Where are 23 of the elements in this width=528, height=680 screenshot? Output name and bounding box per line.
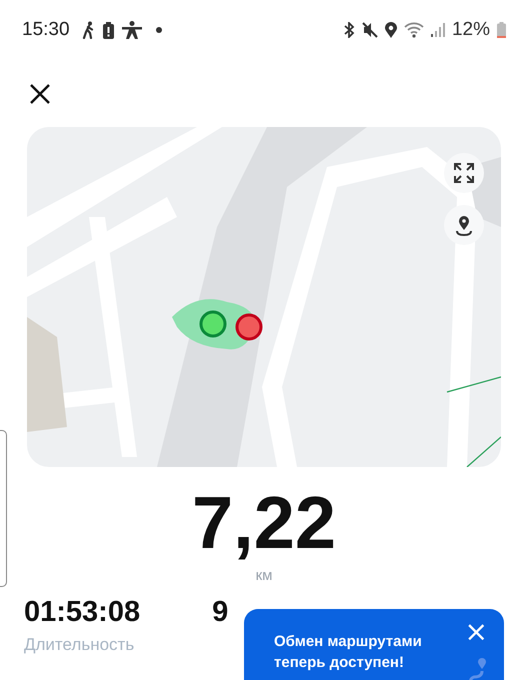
distance-unit: км (256, 567, 272, 584)
close-icon (29, 82, 51, 104)
battery-alert-icon (102, 22, 114, 38)
battery-icon (497, 22, 506, 38)
location-pin-icon (455, 214, 473, 236)
location-pin-icon (384, 22, 397, 38)
status-time: 15:30 (22, 19, 70, 41)
mute-icon (362, 22, 378, 38)
close-button[interactable]: × (460, 619, 492, 645)
bluetooth-icon (342, 22, 355, 38)
notification-dot-icon (156, 27, 162, 33)
distance-value: 7,22 (192, 481, 336, 565)
battery-percentage: 12% (452, 19, 490, 41)
wifi-icon (404, 22, 424, 38)
signal-icon (430, 22, 445, 38)
expand-icon (453, 162, 475, 184)
close-button[interactable] (28, 82, 52, 106)
person-icon (122, 21, 142, 39)
stat-label: Длительность (24, 635, 136, 655)
stat-value: 01:53:08 (24, 596, 140, 629)
toast-message: Обмен маршрутами теперь доступен! (274, 632, 423, 673)
walking-icon (82, 21, 95, 39)
stat-value: 9 (212, 596, 228, 629)
